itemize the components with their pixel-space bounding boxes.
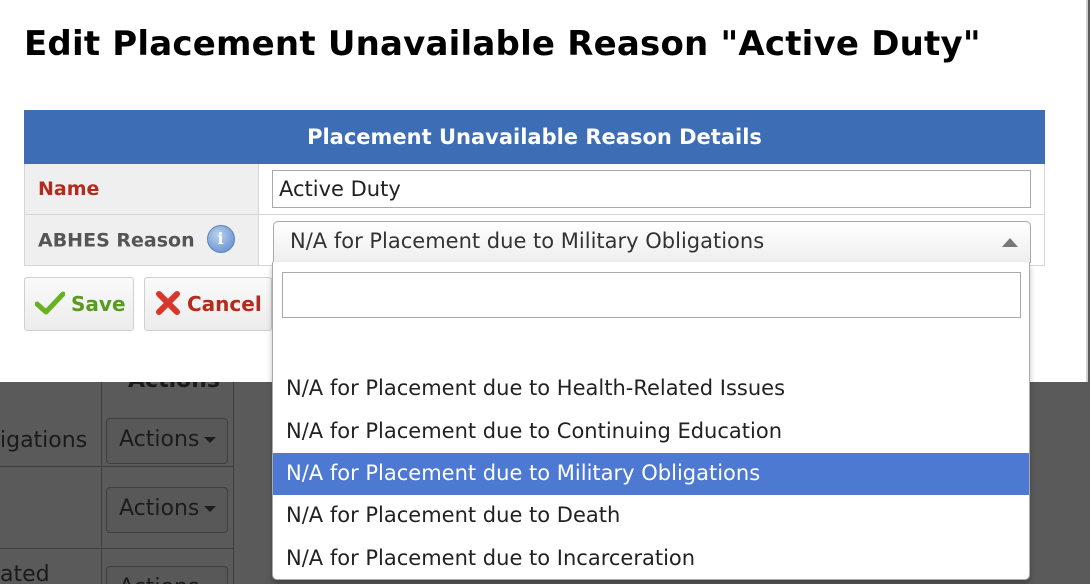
- cancel-label: Cancel: [187, 292, 262, 316]
- dialog-title: Edit Placement Unavailable Reason "Activ…: [24, 24, 981, 64]
- x-icon: [156, 291, 180, 315]
- actions-button[interactable]: Actions: [106, 418, 228, 464]
- abhes-reason-row: ABHES Reason i N/A for Placement due to M…: [24, 215, 1045, 266]
- dropdown-option[interactable]: N/A for Placement due to Health-Related …: [273, 368, 1029, 410]
- cancel-button[interactable]: Cancel: [144, 277, 272, 331]
- caret-down-icon: [204, 437, 217, 443]
- actions-button-label: Actions: [119, 496, 200, 521]
- check-icon: [34, 291, 66, 315]
- info-icon[interactable]: i: [206, 225, 235, 253]
- background-column-divider: [233, 382, 234, 584]
- section-header: Placement Unavailable Reason Details: [24, 110, 1045, 164]
- caret-down-icon: [204, 506, 217, 512]
- actions-button-label: Actions: [119, 575, 199, 584]
- abhes-reason-label: ABHES Reason: [38, 229, 195, 252]
- background-row-divider: [0, 548, 234, 549]
- actions-button[interactable]: Actions: [106, 487, 228, 533]
- background-column-divider: [101, 382, 102, 584]
- abhes-reason-dropdown: N/A for Placement due to Health-Related …: [272, 262, 1030, 580]
- abhes-reason-select[interactable]: N/A for Placement due to Military Obliga…: [273, 221, 1031, 263]
- name-input[interactable]: [272, 170, 1031, 208]
- background-row-text: igations: [0, 428, 88, 453]
- abhes-reason-label-cell: ABHES Reason i: [25, 215, 259, 265]
- name-row: Name: [24, 164, 1045, 215]
- dropdown-option[interactable]: N/A for Placement due to Incarceration: [273, 538, 1029, 580]
- dropdown-search-input[interactable]: [282, 272, 1021, 318]
- save-button[interactable]: Save: [24, 277, 134, 331]
- actions-button[interactable]: Actions: [106, 566, 228, 584]
- dropdown-option[interactable]: N/A for Placement due to Death: [273, 495, 1029, 537]
- abhes-reason-selected-value: N/A for Placement due to Military Obliga…: [290, 229, 765, 253]
- save-label: Save: [71, 292, 126, 316]
- dropdown-option-selected[interactable]: N/A for Placement due to Military Obliga…: [273, 453, 1029, 495]
- dropdown-option[interactable]: N/A for Placement due to Continuing Educ…: [273, 411, 1029, 453]
- details-panel: Placement Unavailable Reason Details Nam…: [24, 110, 1045, 266]
- chevron-up-icon: [1002, 238, 1018, 247]
- background-row-divider: [0, 466, 234, 467]
- name-label: Name: [25, 164, 259, 214]
- background-row-text: ated: [0, 562, 50, 584]
- actions-button-label: Actions: [119, 427, 200, 452]
